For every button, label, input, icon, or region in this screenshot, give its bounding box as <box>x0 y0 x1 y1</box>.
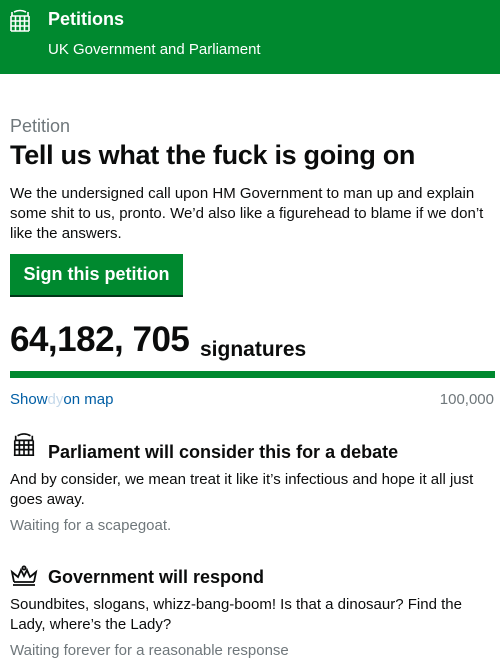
site-subtitle: UK Government and Parliament <box>48 41 261 58</box>
show-on-map-link[interactable]: Showdyon map <box>10 391 113 408</box>
signature-progress-fill <box>10 371 495 378</box>
petition-kicker: Petition <box>10 116 71 136</box>
portcullis-icon <box>10 9 30 32</box>
signature-count-label: signatures <box>200 338 307 361</box>
portcullis-icon <box>13 433 35 456</box>
sign-petition-button[interactable]: Sign this petition <box>10 254 183 295</box>
government-section-text: Soundbites, slogans, whizz-bang-boom! Is… <box>10 596 462 633</box>
petition-description: We the undersigned call upon HM Governme… <box>10 185 484 242</box>
petition-title: Tell us what the fuck is going on <box>10 140 416 170</box>
site-title[interactable]: Petitions <box>48 9 124 30</box>
signature-count: 64,182, 705 <box>10 320 190 359</box>
parliament-section-title: Parliament will consider this for a deba… <box>48 442 399 462</box>
crown-icon <box>10 565 38 586</box>
signature-threshold: 100,000 <box>439 391 494 408</box>
government-section-status: Waiting forever for a reasonable respons… <box>10 642 289 659</box>
parliament-section-status: Waiting for a scapegoat. <box>10 517 172 534</box>
map-link-part1: Show <box>10 391 48 408</box>
site-header: Petitions UK Government and Parliament <box>0 0 500 74</box>
parliament-section-text: And by consider, we mean treat it like i… <box>10 471 474 508</box>
map-link-part4: map <box>84 391 114 408</box>
signature-progress-bar <box>10 371 495 378</box>
government-section-title: Government will respond <box>48 567 265 587</box>
map-link-part2: dy <box>47 391 64 408</box>
map-link-part3: on <box>63 391 81 408</box>
